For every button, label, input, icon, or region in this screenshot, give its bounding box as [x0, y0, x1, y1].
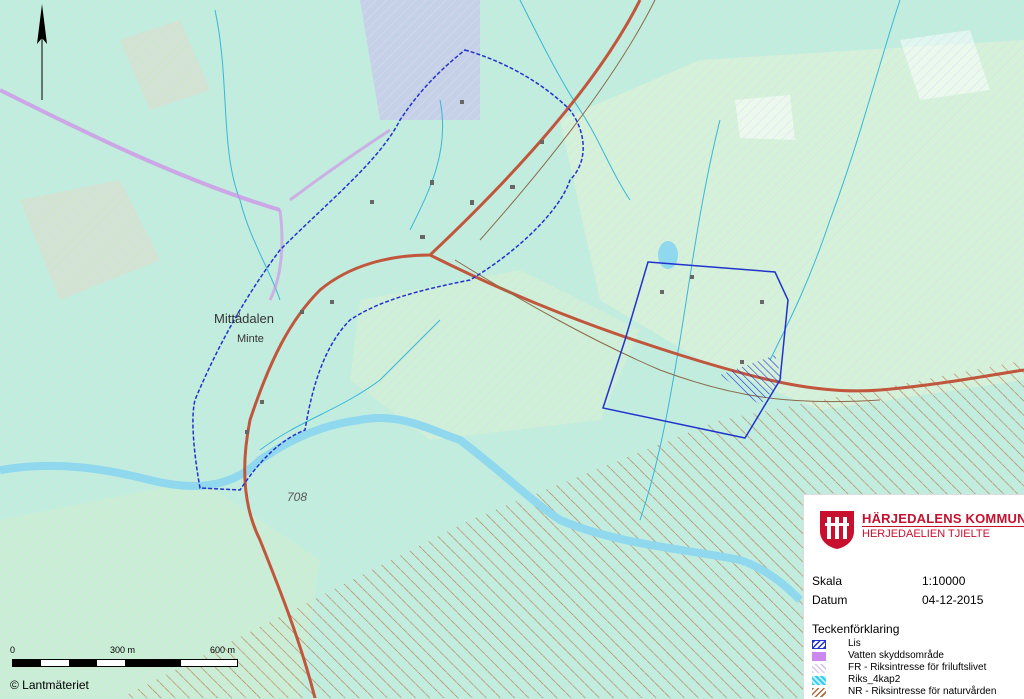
riks4kap2-swatch	[812, 676, 826, 685]
copyright-text: © Lantmäteriet	[10, 678, 89, 692]
place-label-sami: Minte	[237, 333, 264, 345]
date-value: 04-12-2015	[922, 593, 984, 607]
legend-title: Teckenförklaring	[812, 622, 900, 636]
vatten-swatch	[812, 652, 826, 661]
road-number-label: 708	[287, 490, 308, 504]
scale-value: 1:10000	[922, 574, 966, 588]
logo: HÄRJEDALENS KOMMUN HERJEDAELIEN TJIELTE	[818, 509, 1024, 549]
legend-panel: HÄRJEDALENS KOMMUN HERJEDAELIEN TJIELTE …	[803, 494, 1024, 699]
nr-swatch	[812, 688, 826, 697]
coat-of-arms-icon	[820, 511, 854, 549]
place-label: Mittådalen	[214, 311, 274, 326]
scale-bar: 0 300 m 600 m	[10, 645, 250, 675]
scale-bar-graphic	[12, 659, 238, 667]
date-label: Datum	[812, 593, 848, 607]
scale-label-300: 300 m	[110, 645, 136, 655]
scale-label-0: 0	[10, 645, 16, 655]
fr-swatch	[812, 664, 826, 673]
org-name: HÄRJEDALENS KOMMUN	[862, 511, 1024, 526]
scale-label: Skala	[812, 574, 843, 588]
lis-swatch	[812, 640, 826, 649]
org-divider	[862, 526, 1024, 527]
north-arrow	[34, 4, 50, 100]
org-subtitle: HERJEDAELIEN TJIELTE	[862, 528, 990, 540]
scale-label-600: 600 m	[210, 645, 236, 655]
